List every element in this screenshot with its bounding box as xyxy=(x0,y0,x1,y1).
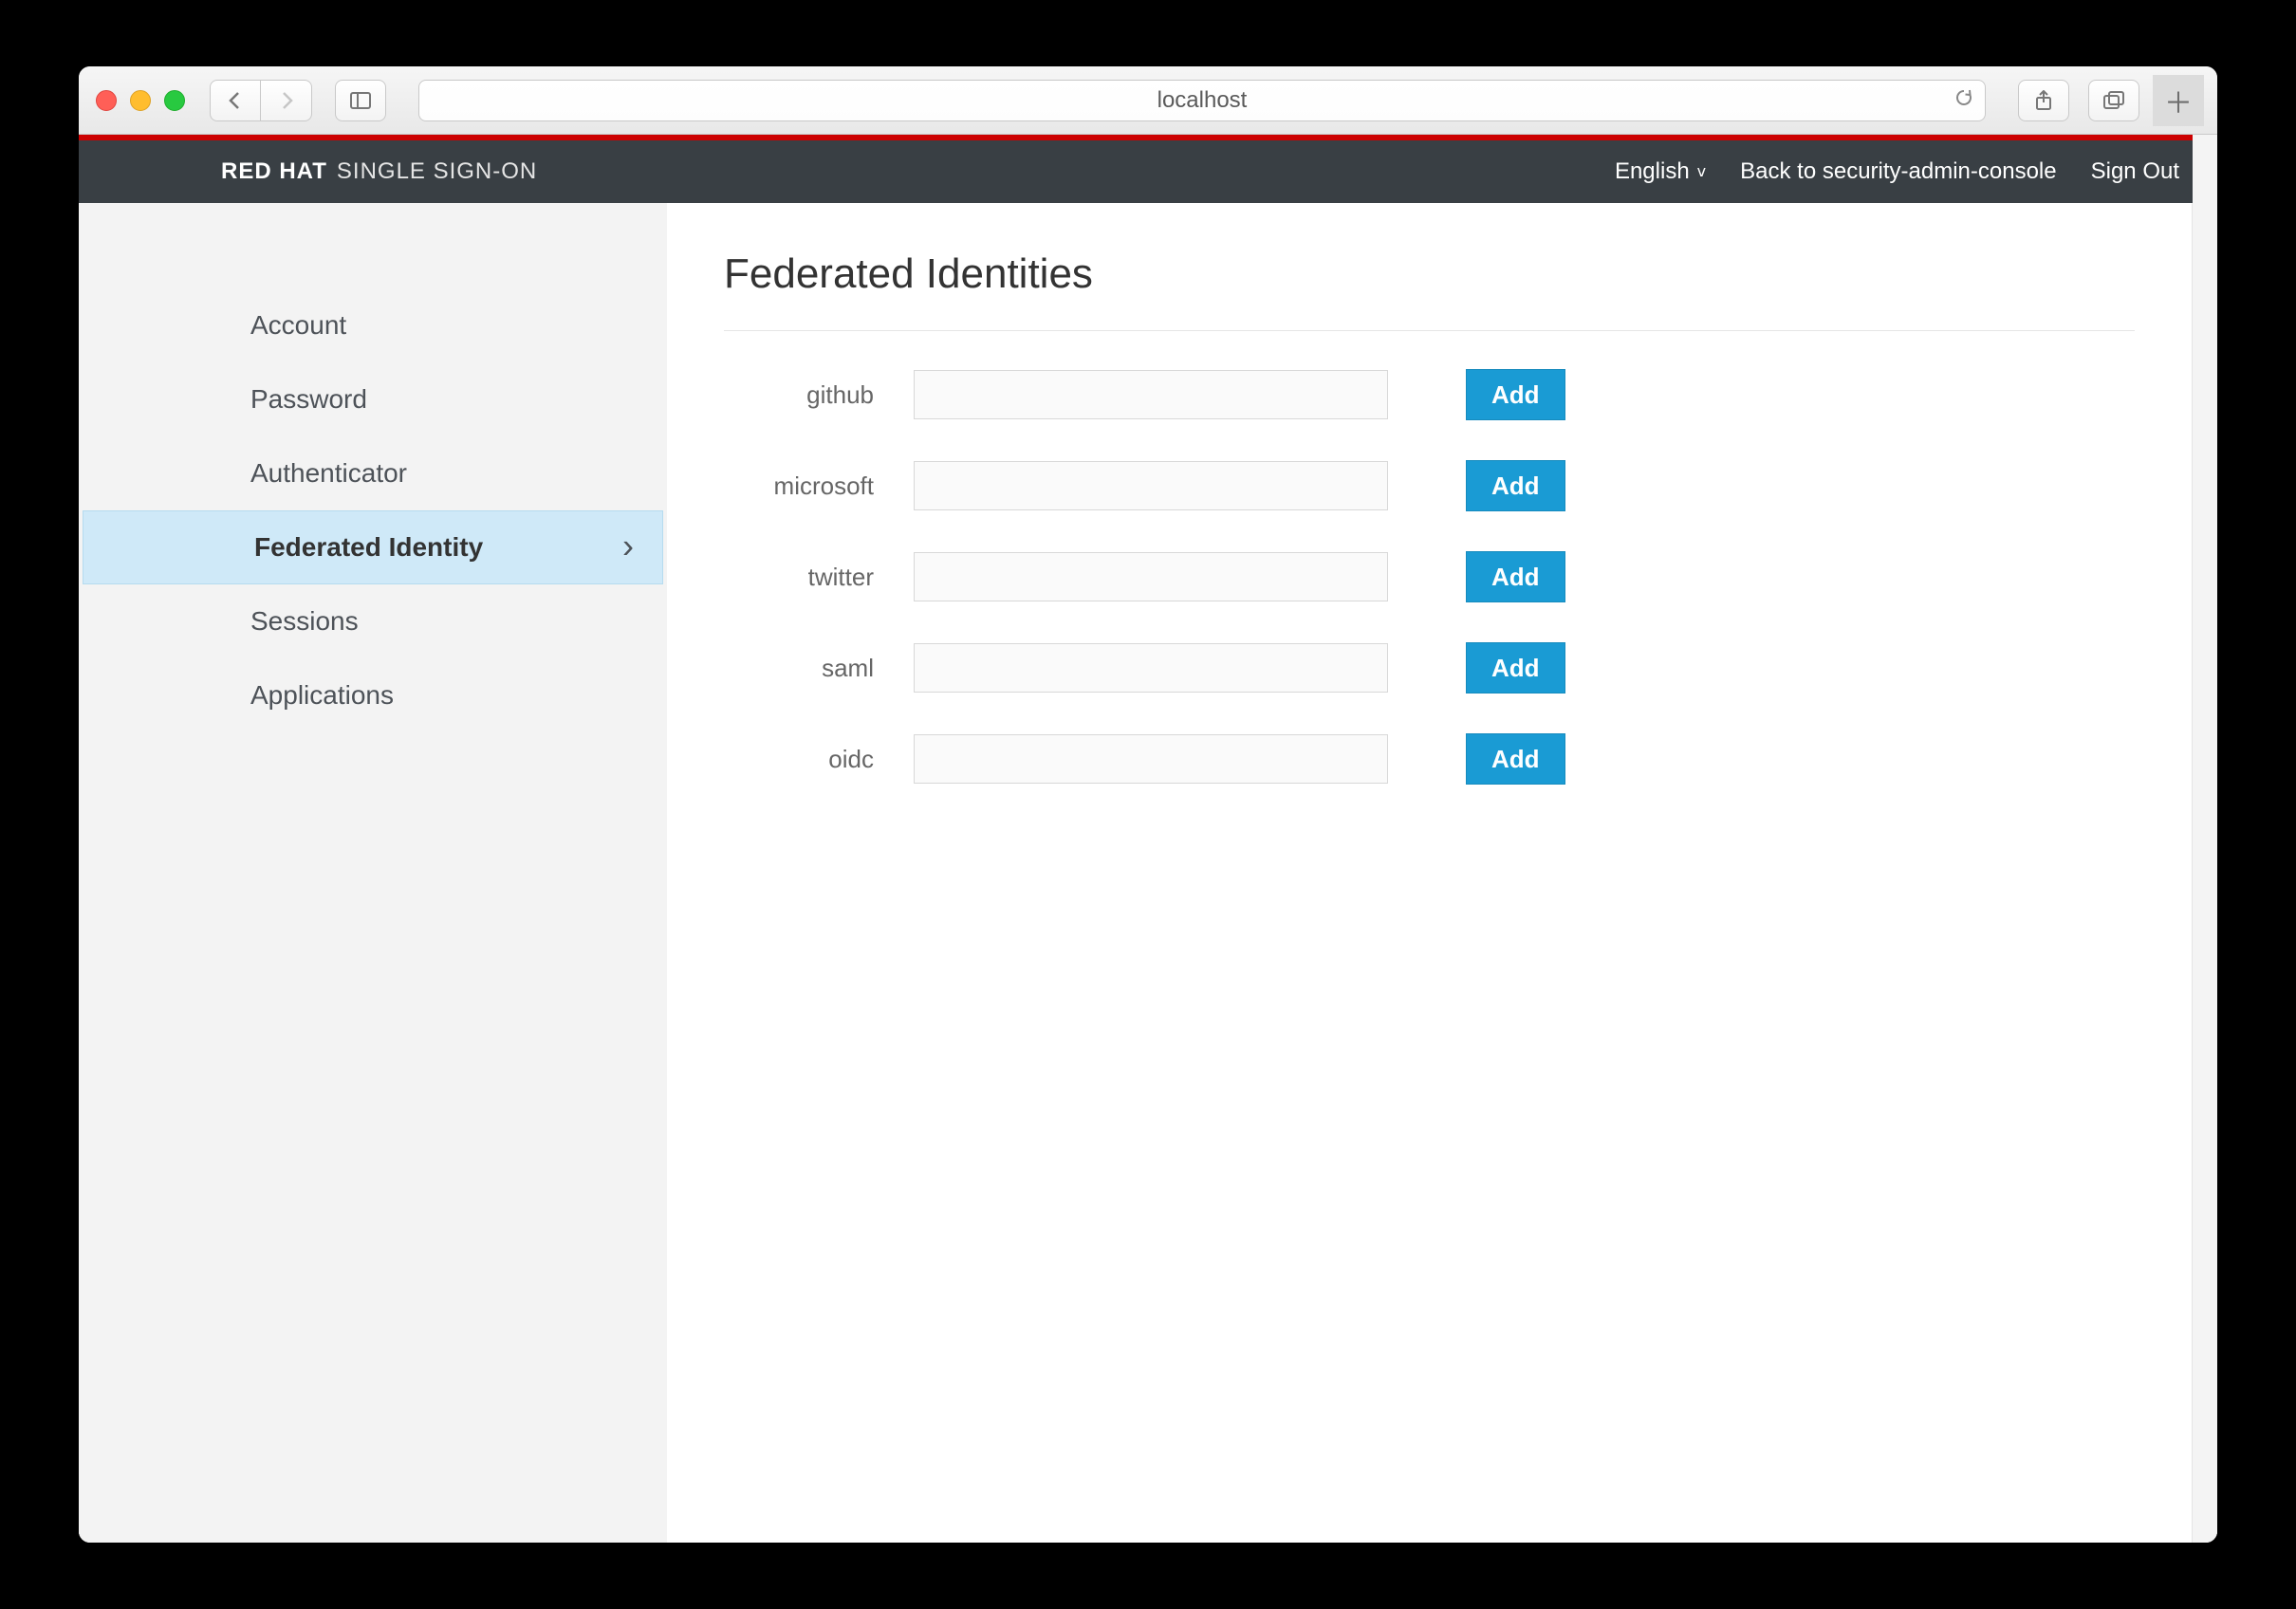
provider-row-github: github Add xyxy=(724,369,2135,420)
new-tab-button[interactable]: ＋ xyxy=(2153,75,2204,126)
provider-label: microsoft xyxy=(724,472,914,501)
sidebar-item-account[interactable]: Account xyxy=(79,288,667,362)
add-button-twitter[interactable]: Add xyxy=(1466,551,1565,602)
minimize-window-icon[interactable] xyxy=(130,90,151,111)
tabs-button[interactable] xyxy=(2088,80,2139,121)
provider-label: twitter xyxy=(724,563,914,592)
provider-row-microsoft: microsoft Add xyxy=(724,460,2135,511)
sidebar-item-password[interactable]: Password xyxy=(79,362,667,436)
sidebar: Account Password Authenticator Federated… xyxy=(79,203,667,1543)
app-body: Account Password Authenticator Federated… xyxy=(79,203,2217,1543)
back-to-console-link[interactable]: Back to security-admin-console xyxy=(1740,158,2056,185)
sidebar-item-sessions[interactable]: Sessions xyxy=(79,584,667,658)
provider-input-github[interactable] xyxy=(914,370,1388,419)
provider-label: oidc xyxy=(724,745,914,774)
add-button-microsoft[interactable]: Add xyxy=(1466,460,1565,511)
sidebar-item-federated-identity[interactable]: Federated Identity xyxy=(83,510,663,584)
browser-titlebar: localhost ＋ xyxy=(79,66,2217,135)
reload-icon[interactable] xyxy=(1954,87,1973,114)
window-controls xyxy=(92,90,193,111)
add-button-oidc[interactable]: Add xyxy=(1466,733,1565,785)
chevron-down-icon: ⅴ xyxy=(1697,162,1706,181)
provider-input-twitter[interactable] xyxy=(914,552,1388,601)
sidebar-item-applications[interactable]: Applications xyxy=(79,658,667,732)
provider-input-oidc[interactable] xyxy=(914,734,1388,784)
language-selector[interactable]: English ⅴ xyxy=(1615,158,1706,185)
provider-input-saml[interactable] xyxy=(914,643,1388,693)
address-text: localhost xyxy=(1157,87,1248,114)
language-label: English xyxy=(1615,158,1690,185)
title-divider xyxy=(724,330,2135,331)
add-button-saml[interactable]: Add xyxy=(1466,642,1565,694)
provider-input-microsoft[interactable] xyxy=(914,461,1388,510)
brand-secondary: SINGLE SIGN-ON xyxy=(337,158,537,185)
back-button[interactable] xyxy=(210,80,261,121)
provider-row-saml: saml Add xyxy=(724,642,2135,694)
provider-row-twitter: twitter Add xyxy=(724,551,2135,602)
add-button-github[interactable]: Add xyxy=(1466,369,1565,420)
sidebar-toggle-button[interactable] xyxy=(335,80,386,121)
page-title: Federated Identities xyxy=(724,250,2135,298)
browser-window: localhost ＋ RED HAT SINGLE SIGN-ON xyxy=(79,66,2217,1543)
brand-primary: RED HAT xyxy=(221,158,327,185)
main-content: Federated Identities github Add microsof… xyxy=(667,203,2193,1543)
provider-row-oidc: oidc Add xyxy=(724,733,2135,785)
close-window-icon[interactable] xyxy=(96,90,117,111)
sidebar-item-authenticator[interactable]: Authenticator xyxy=(79,436,667,510)
provider-label: saml xyxy=(724,654,914,683)
provider-label: github xyxy=(724,380,914,410)
sign-out-link[interactable]: Sign Out xyxy=(2091,158,2179,185)
maximize-window-icon[interactable] xyxy=(164,90,185,111)
app-viewport: RED HAT SINGLE SIGN-ON English ⅴ Back to… xyxy=(79,135,2217,1543)
share-button[interactable] xyxy=(2018,80,2069,121)
address-bar[interactable]: localhost xyxy=(418,80,1986,121)
app-header: RED HAT SINGLE SIGN-ON English ⅴ Back to… xyxy=(79,140,2217,203)
forward-button[interactable] xyxy=(261,80,312,121)
brand-logo: RED HAT SINGLE SIGN-ON xyxy=(221,158,537,185)
